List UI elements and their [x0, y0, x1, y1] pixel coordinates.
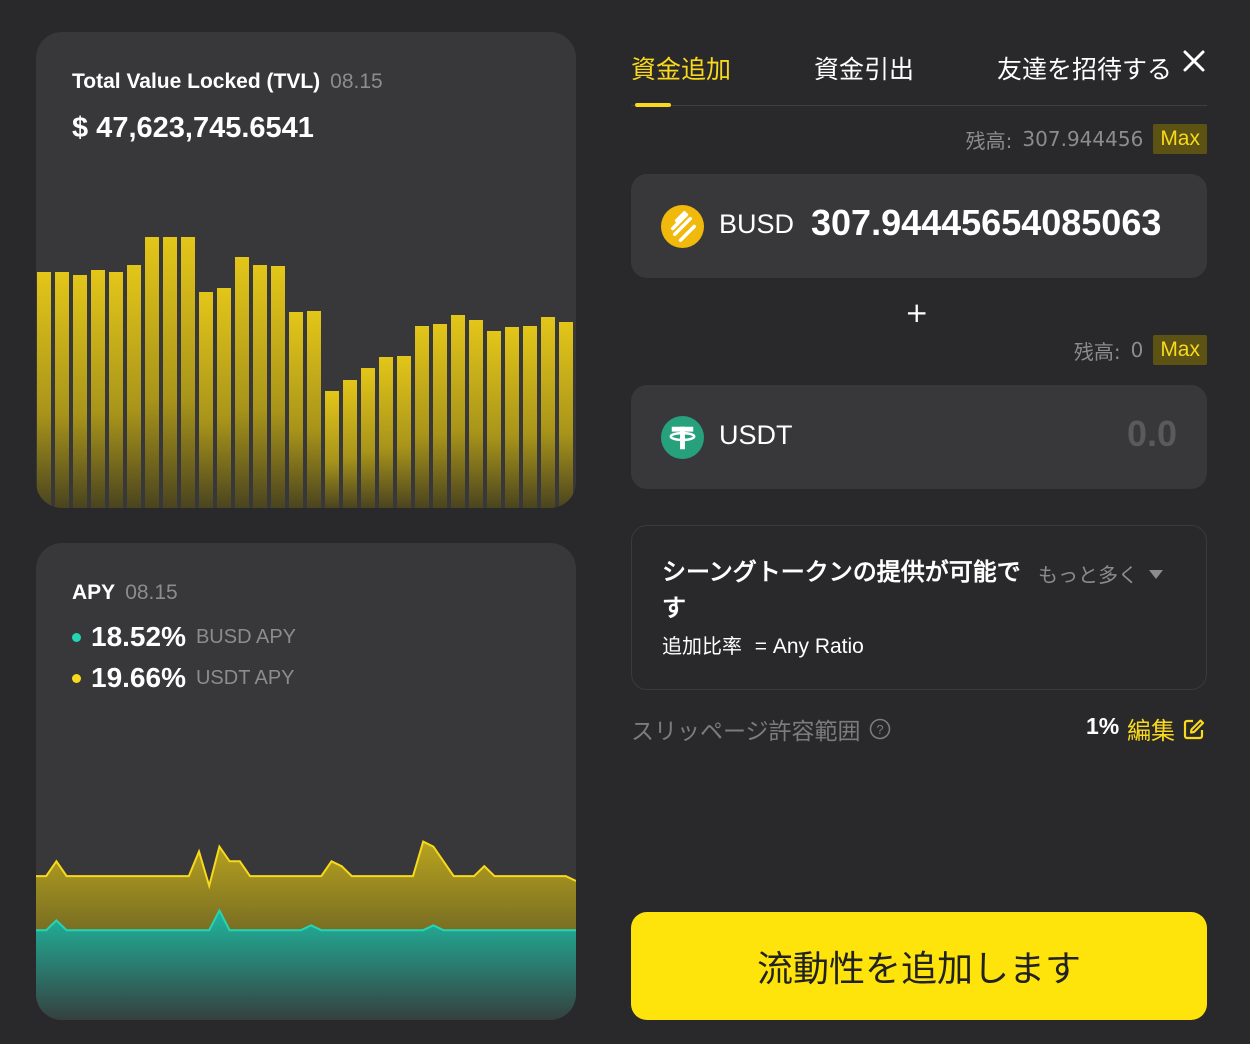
tvl-bar — [343, 380, 357, 508]
tvl-bar — [73, 275, 87, 508]
tvl-bar — [397, 356, 411, 508]
tvl-bar — [271, 266, 285, 508]
tvl-header: Total Value Locked (TVL) 08.15 — [72, 70, 383, 94]
yellow-dot-icon — [72, 673, 81, 683]
tvl-bar — [289, 312, 303, 508]
tvl-bar — [307, 311, 321, 508]
help-icon[interactable]: ? — [869, 718, 891, 740]
apy-title: APY — [72, 581, 116, 604]
token-symbol: USDT — [719, 420, 793, 450]
max-button[interactable]: Max — [1153, 124, 1207, 154]
edit-label: 編集 — [1127, 717, 1175, 745]
tvl-bar — [505, 327, 519, 508]
tvl-bar — [325, 391, 339, 508]
slippage-text: スリッページ許容範囲 — [631, 719, 861, 745]
edit-slippage-button[interactable]: 編集 — [1127, 711, 1205, 746]
balance-value: 0 — [1130, 338, 1144, 362]
teal-dot-icon — [72, 632, 81, 642]
edit-icon — [1183, 718, 1205, 739]
balance-label: 残高: — [965, 128, 1013, 153]
apy-card: APY 08.15 18.52% BUSD APY 19.66% USDT AP… — [36, 543, 576, 1020]
apy-value: 18.52% — [91, 621, 186, 652]
tab-invite-friends[interactable]: 友達を招待する — [997, 50, 1172, 86]
tvl-bar — [91, 270, 105, 508]
apy-date: 08.15 — [125, 581, 178, 604]
tvl-bar — [523, 326, 537, 508]
tvl-bar — [415, 326, 429, 508]
tvl-bar — [37, 272, 51, 508]
max-button[interactable]: Max — [1153, 335, 1207, 365]
apy-label: BUSD APY — [195, 625, 297, 648]
tvl-bar-chart — [37, 237, 573, 508]
busd-balance-row: 残高: 307.944456 Max — [966, 124, 1207, 154]
usdt-icon — [661, 416, 704, 459]
tvl-bar — [469, 320, 483, 508]
tvl-bar — [145, 237, 159, 508]
tvl-bar — [487, 331, 501, 508]
tvl-bar — [109, 272, 123, 508]
tvl-bar — [199, 292, 213, 508]
active-tab-indicator — [635, 103, 671, 107]
slippage-label: スリッページ許容範囲 ? — [631, 712, 891, 746]
ratio-value: = Any Ratio — [754, 635, 864, 658]
info-title: シーングトークンの提供が可能です — [662, 558, 1021, 622]
tvl-bar — [235, 257, 249, 508]
tab-add-funds[interactable]: 資金追加 — [631, 50, 731, 86]
tvl-card: Total Value Locked (TVL) 08.15 $ 47,623,… — [36, 32, 576, 508]
more-label: もっと多く — [1038, 563, 1138, 587]
tvl-title: Total Value Locked (TVL) — [72, 70, 321, 93]
svg-text:?: ? — [876, 722, 883, 737]
tvl-bar — [559, 322, 573, 508]
usdt-balance-row: 残高: 0 Max — [1074, 335, 1207, 365]
balance-value: 307.944456 — [1022, 127, 1144, 151]
chevron-down-icon — [1149, 569, 1163, 579]
token-symbol: BUSD — [719, 209, 795, 239]
tvl-bar — [127, 265, 141, 508]
apy-area-chart — [36, 840, 576, 1020]
add-liquidity-button[interactable]: 流動性を追加します — [631, 912, 1207, 1020]
tvl-bar — [433, 324, 447, 508]
apy-row-busd: 18.52% BUSD APY — [72, 621, 296, 653]
close-icon[interactable] — [1182, 49, 1206, 73]
apy-label: USDT APY — [195, 666, 295, 689]
tab-bar: 資金追加 資金引出 友達を招待する — [631, 48, 1207, 107]
tvl-bar — [541, 317, 555, 508]
apy-row-usdt: 19.66% USDT APY — [72, 662, 295, 694]
tvl-value: $ 47,623,745.6541 — [72, 112, 314, 144]
ratio-text: 追加比率 = Any Ratio — [662, 630, 864, 659]
ratio-label: 追加比率 — [662, 634, 742, 658]
tvl-bar — [181, 237, 195, 508]
info-box: シーングトークンの提供が可能です もっと多く 追加比率 = Any Ratio — [631, 525, 1207, 690]
tvl-bar — [253, 265, 267, 508]
balance-label: 残高: — [1073, 339, 1121, 364]
slippage-value: 1% — [1086, 713, 1120, 739]
tvl-bar — [451, 315, 465, 508]
tvl-bar — [361, 368, 375, 508]
tvl-bar — [55, 272, 69, 508]
plus-sign: + — [905, 296, 929, 329]
tvl-date: 08.15 — [330, 70, 383, 93]
apy-header: APY 08.15 — [72, 581, 178, 605]
usdt-amount-input[interactable]: 0.0 — [811, 413, 1177, 461]
apy-value: 19.66% — [91, 662, 186, 693]
more-dropdown[interactable]: もっと多く — [1038, 559, 1164, 588]
tab-withdraw-funds[interactable]: 資金引出 — [814, 50, 914, 86]
tvl-bar — [217, 288, 231, 508]
tvl-bar — [163, 237, 177, 508]
busd-input-box: BUSD 307.94445654085063 — [631, 174, 1207, 278]
tvl-bar — [379, 357, 393, 508]
busd-amount-input[interactable]: 307.94445654085063 — [811, 202, 1177, 250]
busd-icon — [661, 205, 704, 248]
usdt-input-box: USDT 0.0 — [631, 385, 1207, 489]
